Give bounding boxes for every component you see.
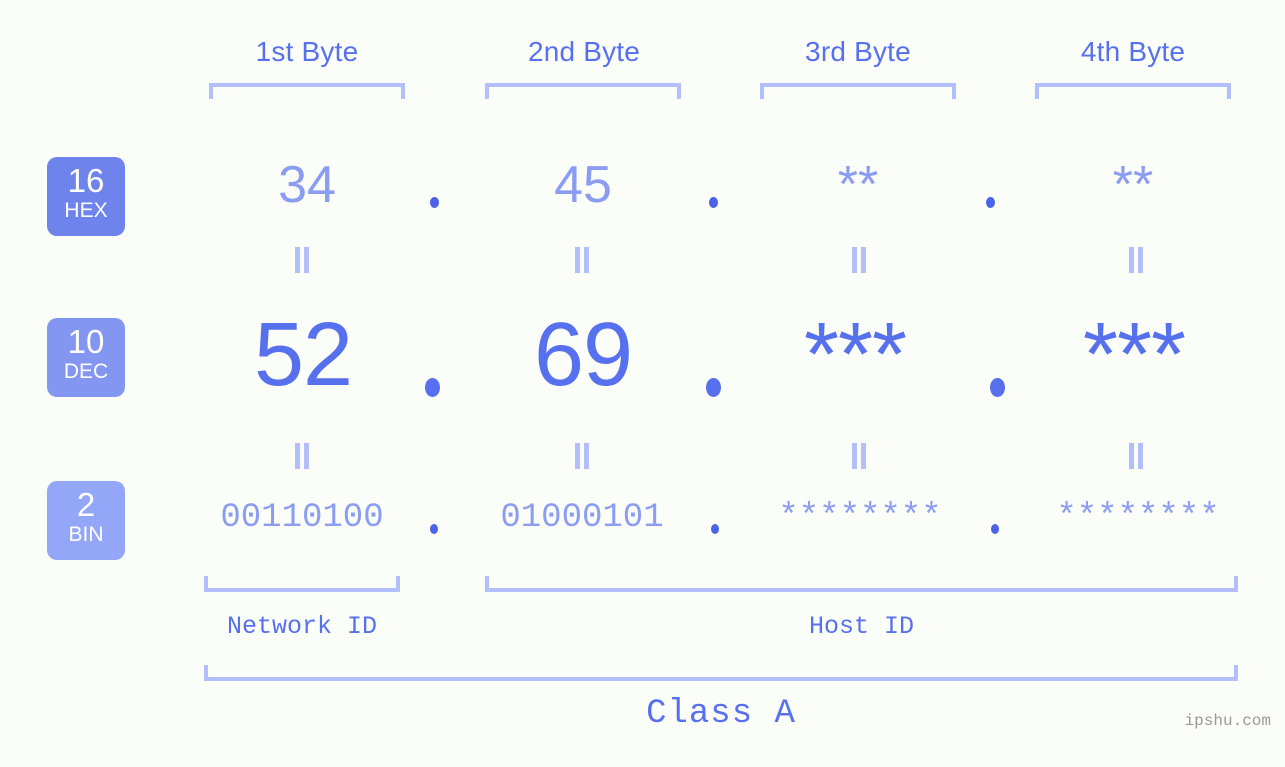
dec-dot-1 (425, 378, 440, 397)
byte-bracket-4 (1035, 83, 1231, 99)
dec-dot-3 (990, 378, 1005, 397)
hex-byte-2: 45 (554, 156, 612, 214)
host-id-label: Host ID (808, 612, 915, 641)
byte-header-2: 2nd Byte (527, 36, 641, 67)
bin-byte-4: ******** (1056, 499, 1220, 537)
equals-separator-hex-dec-3 (849, 247, 869, 273)
badge-hex-name: HEX (64, 199, 108, 222)
byte-header-1: 1st Byte (255, 36, 359, 67)
badge-hex-base: 16 (67, 162, 105, 199)
bin-dot-1 (430, 524, 438, 534)
byte-bracket-3 (760, 83, 956, 99)
watermark: ipshu.com (1184, 712, 1271, 730)
equals-separator-hex-dec-2 (572, 247, 592, 273)
dec-dot-2 (706, 378, 721, 397)
byte-bracket-1 (209, 83, 405, 99)
bin-byte-3: ******** (778, 499, 942, 537)
hex-dot-1 (430, 197, 439, 208)
badge-bin-name: BIN (68, 523, 104, 546)
host-id-bracket (485, 576, 1238, 592)
hex-byte-1: 34 (278, 156, 336, 214)
badge-dec: 10 DEC (47, 318, 125, 397)
hex-dot-2 (709, 197, 718, 208)
dec-byte-2: 69 (533, 305, 633, 405)
network-id-bracket (204, 576, 400, 592)
hex-byte-4: ** (1112, 156, 1154, 214)
bin-dot-3 (991, 524, 999, 534)
bin-byte-2: 01000101 (500, 499, 664, 537)
badge-dec-name: DEC (63, 360, 109, 383)
dec-byte-3: *** (803, 305, 907, 405)
badge-dec-base: 10 (67, 323, 105, 360)
dec-byte-1: 52 (253, 305, 353, 405)
badge-bin: 2 BIN (47, 481, 125, 560)
hex-dot-3 (986, 197, 995, 208)
equals-separator-dec-bin-4 (1126, 443, 1146, 469)
equals-separator-dec-bin-3 (849, 443, 869, 469)
hex-byte-3: ** (837, 156, 879, 214)
byte-bracket-2 (485, 83, 681, 99)
equals-separator-hex-dec-1 (292, 247, 312, 273)
byte-header-3: 3rd Byte (805, 36, 911, 67)
bin-dot-2 (711, 524, 719, 534)
dec-byte-4: *** (1082, 305, 1186, 405)
network-id-label: Network ID (226, 612, 378, 641)
class-bracket (204, 665, 1238, 681)
class-label: Class A (646, 695, 796, 733)
badge-hex: 16 HEX (47, 157, 125, 236)
badge-bin-base: 2 (76, 486, 96, 523)
ip-address-breakdown-diagram: 1st Byte 2nd Byte 3rd Byte 4th Byte 16 H… (0, 0, 1285, 767)
bin-byte-1: 00110100 (220, 499, 384, 537)
byte-header-4: 4th Byte (1080, 36, 1186, 67)
equals-separator-dec-bin-1 (292, 443, 312, 469)
equals-separator-hex-dec-4 (1126, 247, 1146, 273)
equals-separator-dec-bin-2 (572, 443, 592, 469)
